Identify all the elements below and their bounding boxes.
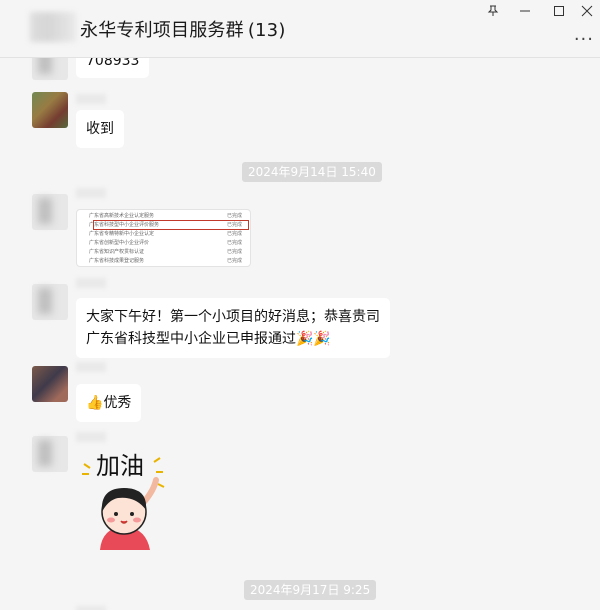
avatar[interactable] — [32, 194, 68, 230]
party-emoji: 🎉🎉 — [296, 331, 331, 347]
timestamp: 2024年9月17日 9:25 — [244, 580, 377, 600]
member-count: (13) — [247, 20, 286, 41]
image-row: 广东省专精特新中小企业认定 已完成 — [89, 231, 242, 237]
image-message[interactable]: 广东省高新技术企业认定服务 已完成 广东省科技型中小企业评价服务 已完成 广东省专精… — [76, 209, 251, 267]
more-options-button[interactable]: ... — [574, 24, 594, 45]
group-avatar-blurred — [30, 12, 76, 42]
chat-title[interactable]: 永华专利项目服务群 (13) — [80, 16, 286, 42]
maximize-icon[interactable] — [542, 0, 576, 22]
message-line: 广东省科技型中小企业已申报通过🎉🎉 — [86, 331, 331, 347]
avatar[interactable] — [32, 58, 68, 80]
thumbs-up-emoji: 👍 — [86, 395, 104, 411]
pin-icon[interactable] — [476, 0, 510, 22]
message-bubble[interactable]: 708933 — [76, 58, 150, 78]
sender-name-blurred — [76, 278, 106, 288]
close-icon[interactable] — [574, 0, 600, 22]
title-bar: 永华专利项目服务群 (13) ... — [0, 0, 600, 58]
group-name: 永华专利项目服务群 — [80, 20, 244, 41]
message-bubble[interactable]: 👍优秀 — [76, 384, 142, 422]
sticker-text: 加油 — [96, 452, 144, 480]
image-row: 广东省创新型中小企业评价 已完成 — [89, 240, 242, 246]
image-row: 广东省知识产权贯标认证 已完成 — [89, 249, 242, 255]
sender-name-blurred — [76, 94, 106, 104]
message-bubble[interactable]: 大家下午好！第一个小项目的好消息；恭喜贵司 广东省科技型中小企业已申报通过🎉🎉 — [76, 298, 390, 358]
avatar[interactable] — [32, 366, 68, 402]
sender-name-blurred — [76, 432, 106, 442]
avatar[interactable] — [32, 92, 68, 128]
image-row: 广东省科技成果登记服务 已完成 — [89, 258, 242, 264]
minimize-icon[interactable] — [508, 0, 542, 22]
sticker-message[interactable]: 加油 — [78, 450, 166, 550]
message-bubble[interactable]: 收到 — [76, 110, 124, 148]
message-line: 大家下午好！第一个小项目的好消息；恭喜贵司 — [86, 309, 380, 325]
image-row: 广东省科技型中小企业评价服务 已完成 — [89, 222, 242, 228]
chat-messages[interactable]: 708933 收到 2024年9月14日 15:40 广东省高新技术企业认定服务… — [0, 58, 600, 610]
sender-name-blurred — [76, 606, 106, 610]
timestamp: 2024年9月14日 15:40 — [242, 162, 382, 182]
sender-name-blurred — [76, 188, 106, 198]
avatar[interactable] — [32, 284, 68, 320]
avatar[interactable] — [32, 436, 68, 472]
image-row: 广东省高新技术企业认定服务 已完成 — [89, 213, 242, 219]
sender-name-blurred — [76, 362, 106, 372]
